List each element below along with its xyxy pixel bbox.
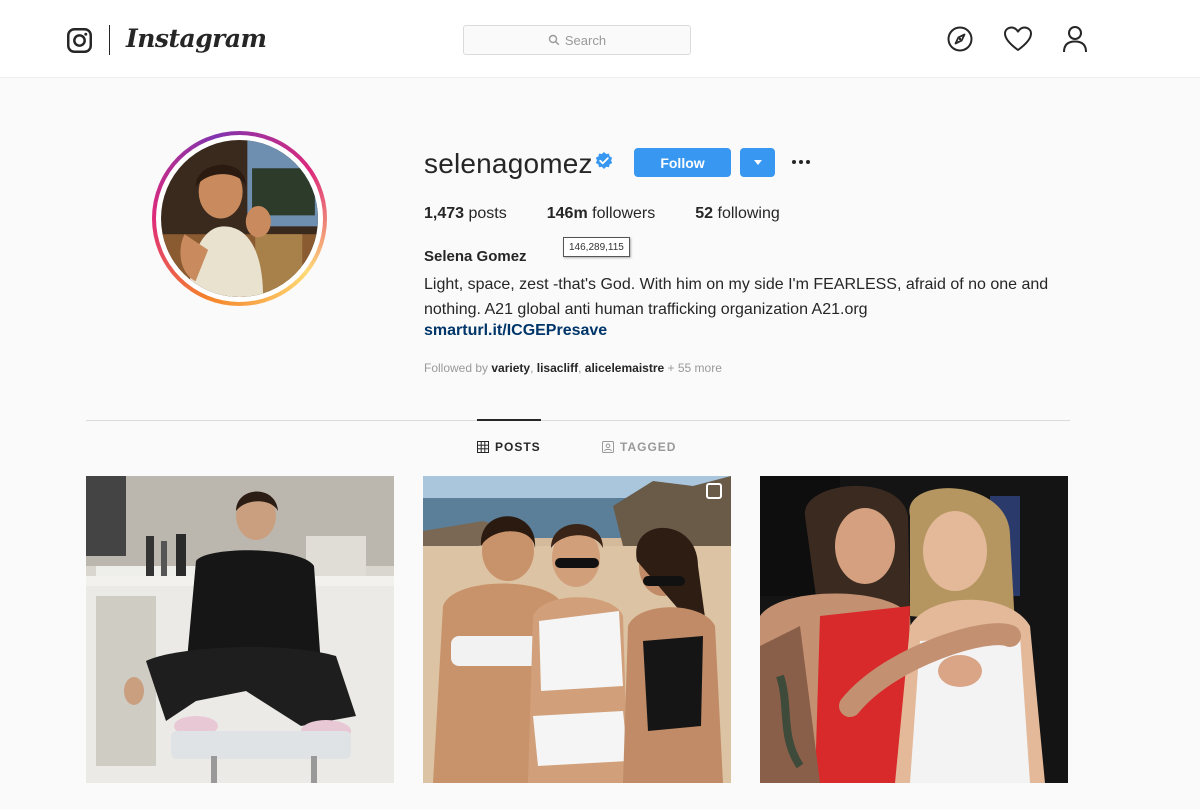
explore-button[interactable] — [945, 24, 975, 54]
profile-username: selenagomez — [424, 148, 593, 179]
followers-label: followers — [592, 205, 656, 222]
logo-divider — [109, 25, 110, 55]
profile-avatar — [161, 140, 318, 297]
followed-by-user[interactable]: alicelemaistre — [585, 361, 664, 375]
top-nav: Instagram Search — [0, 0, 1200, 78]
tabs-divider — [86, 420, 1070, 421]
follow-button[interactable]: Follow — [634, 148, 731, 177]
followers-count: 146m — [546, 205, 588, 222]
tab-posts-label: POSTS — [495, 440, 541, 454]
post-image — [86, 476, 394, 783]
followed-by-suffix[interactable]: + 55 more — [668, 361, 722, 375]
posts-stat: 1,473 posts — [424, 205, 507, 223]
ellipsis-icon — [792, 160, 810, 164]
profile-stats: 1,473 posts 146m followers 52 following — [424, 205, 820, 223]
post-thumbnail[interactable] — [86, 476, 394, 783]
following-stat[interactable]: 52 following — [695, 205, 780, 223]
followers-stat[interactable]: 146m followers — [547, 205, 656, 223]
verified-badge-icon — [595, 152, 613, 169]
profile-button[interactable] — [1060, 24, 1090, 54]
bio-line: nothing. A21 global anti human trafficki… — [424, 301, 868, 318]
profile-bio: Light, space, zest -that's God. With him… — [424, 272, 1084, 322]
tab-posts[interactable]: POSTS — [477, 440, 541, 454]
posts-count: 1,473 — [424, 205, 465, 222]
profile-website-link[interactable]: smarturl.it/ICGEPresave — [424, 322, 607, 340]
grid-icon — [477, 441, 489, 453]
post-thumbnail[interactable] — [423, 476, 731, 783]
instagram-wordmark[interactable]: Instagram — [126, 24, 267, 53]
post-image — [423, 476, 731, 783]
heart-icon — [1004, 26, 1032, 51]
bio-line: Light, space, zest -that's God. With him… — [424, 276, 1049, 293]
posts-label: posts — [468, 205, 507, 222]
followed-by-user[interactable]: variety — [491, 361, 530, 375]
tab-tagged-label: TAGGED — [620, 440, 677, 454]
person-icon — [1063, 26, 1087, 53]
search-icon — [548, 34, 560, 46]
activity-button[interactable] — [1003, 24, 1033, 54]
post-thumbnail[interactable] — [760, 476, 1068, 783]
suggestions-dropdown-button[interactable] — [740, 148, 775, 177]
search-placeholder: Search — [564, 32, 607, 48]
caret-down-icon — [753, 159, 762, 165]
instagram-glyph-icon[interactable] — [66, 27, 93, 54]
active-tab-indicator — [477, 419, 541, 421]
following-count: 52 — [695, 205, 714, 222]
compass-icon — [947, 26, 973, 52]
profile-full-name: Selena Gomez — [424, 248, 527, 265]
tag-user-icon — [602, 441, 614, 453]
followed-by-prefix: Followed by — [424, 361, 489, 375]
profile-avatar-ring[interactable] — [152, 131, 327, 306]
following-label: following — [717, 205, 780, 222]
tab-tagged[interactable]: TAGGED — [602, 440, 676, 454]
search-input[interactable]: Search — [463, 25, 691, 55]
post-image — [760, 476, 1068, 783]
more-options-button[interactable] — [789, 150, 813, 174]
followers-tooltip: 146,289,115 — [563, 237, 630, 257]
followed-by-user[interactable]: lisacliff — [537, 361, 578, 375]
followed-by: Followed by variety, lisacliff, alicelem… — [424, 361, 722, 375]
